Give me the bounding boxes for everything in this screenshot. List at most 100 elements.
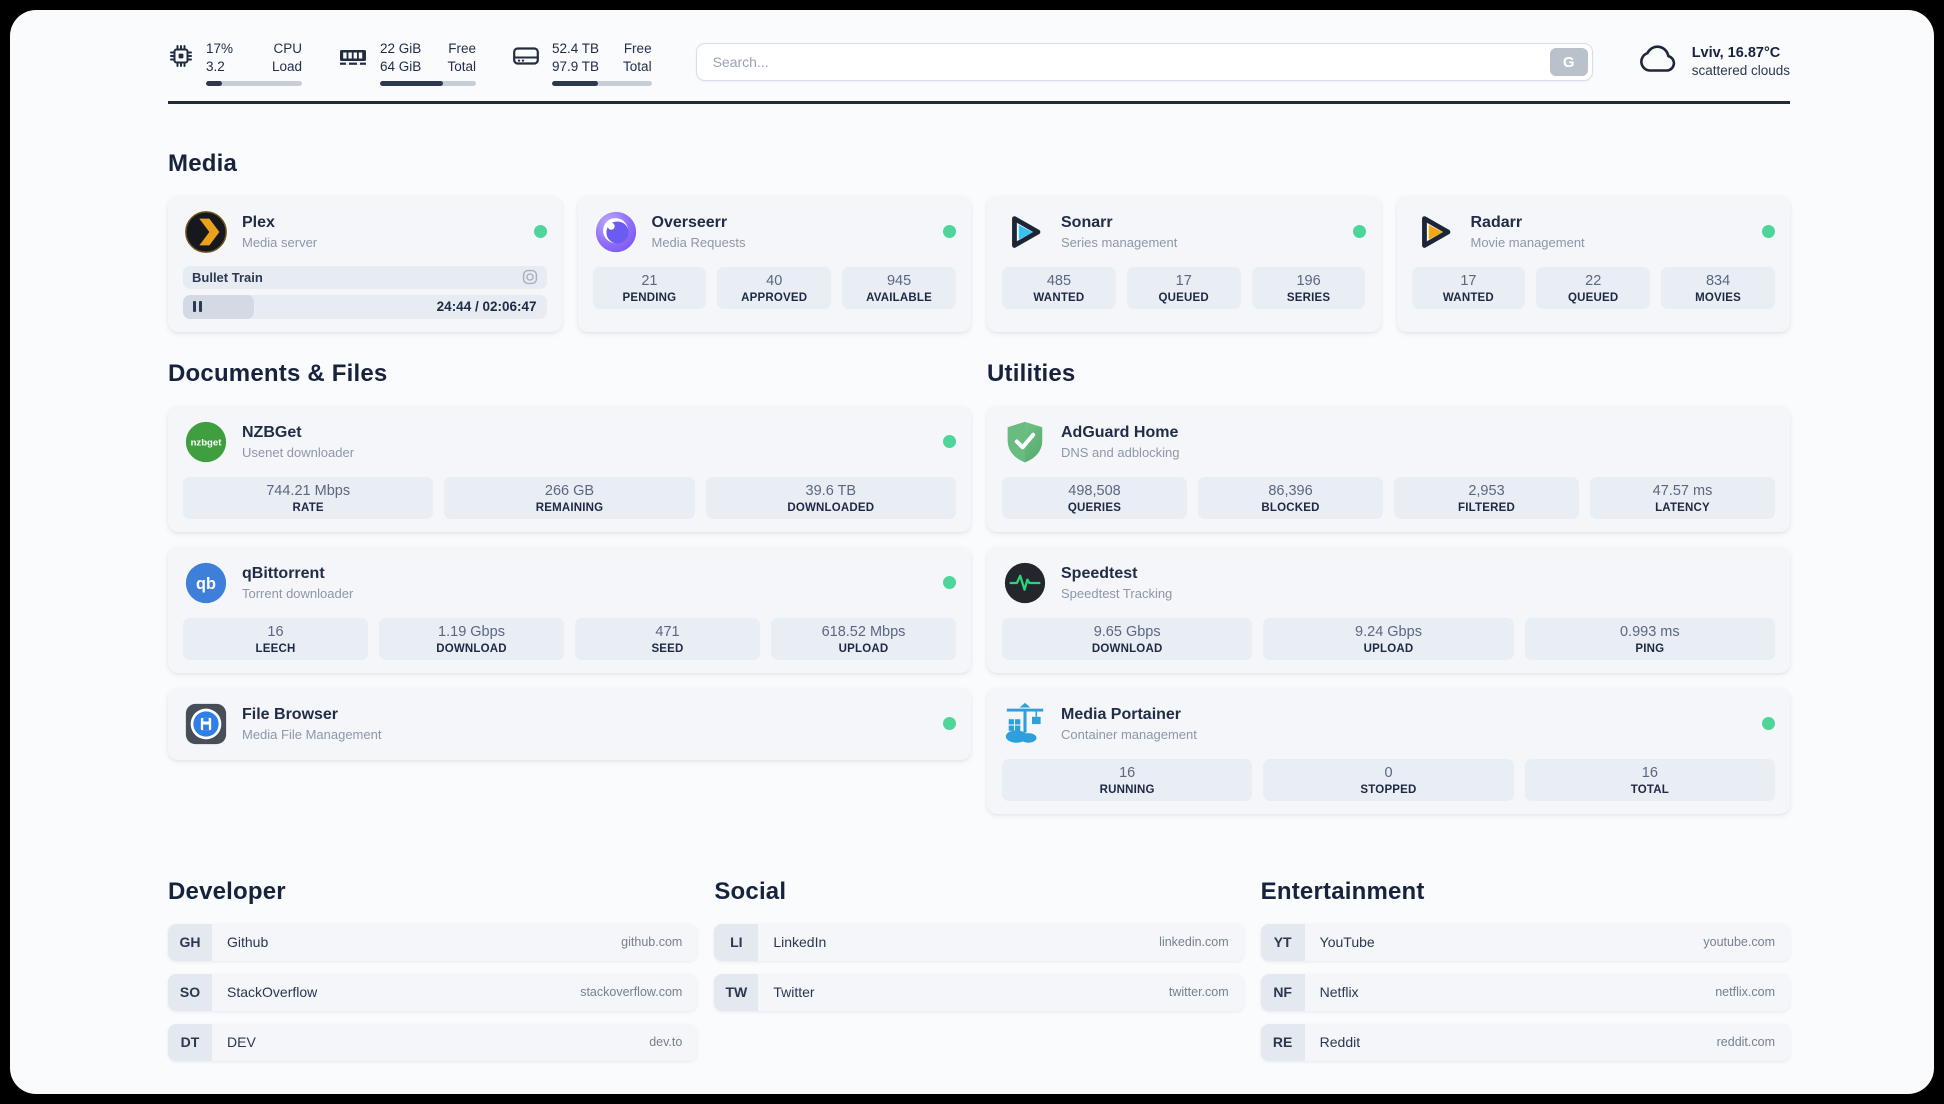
- service-card-qbittorrent[interactable]: qb qBittorrent Torrent downloader 16 LEEC…: [168, 546, 971, 673]
- bookmark-abbr: DT: [168, 1023, 212, 1061]
- now-playing-pill: Bullet Train: [183, 265, 547, 289]
- bookmark-abbr: NF: [1260, 973, 1305, 1011]
- search-provider-button[interactable]: G: [1549, 48, 1588, 76]
- cpu-labels: CPU Load: [271, 41, 302, 74]
- service-card-filebrowser[interactable]: File Browser Media File Management: [168, 687, 971, 760]
- status-dot: [943, 717, 956, 731]
- service-subtitle: Speedtest Tracking: [1061, 585, 1173, 601]
- radarr-icon: [1412, 209, 1458, 255]
- stat-leech: 16 LEECH: [183, 617, 368, 660]
- bookmark-url: github.com: [621, 935, 683, 950]
- service-name: Media Portainer: [1061, 705, 1182, 723]
- service-card-overseerr[interactable]: Overseerr Media Requests 21 PENDING 40 APP…: [577, 195, 971, 332]
- playback-progress-bar: 24:44 / 02:06:47: [183, 294, 547, 319]
- bookmark-label: Netflix: [1319, 984, 1359, 1001]
- search-bar: G: [695, 43, 1593, 81]
- service-card-radarr[interactable]: Radarr Movie management 17 WANTED 22 QUEUE…: [1396, 195, 1790, 332]
- stat-upload: 618.52 Mbps UPLOAD: [771, 617, 956, 660]
- cpu-widget: 17% 3.2 CPU Load: [168, 40, 302, 86]
- bookmark-linkedin[interactable]: LI LinkedIn linkedin.com: [714, 923, 1244, 961]
- service-name: Radarr: [1470, 213, 1523, 231]
- service-card-portainer[interactable]: Media Portainer Container management 16 R…: [987, 687, 1790, 814]
- bookmark-label: Reddit: [1319, 1034, 1361, 1051]
- stat-blocked: 86,396 BLOCKED: [1198, 476, 1383, 519]
- stat-remaining: 266 GB REMAINING: [444, 476, 695, 519]
- service-card-adguard[interactable]: AdGuard Home DNS and adblocking 498,508 Q…: [987, 405, 1790, 532]
- bookmark-abbr: SO: [168, 973, 212, 1011]
- service-name: Sonarr: [1061, 213, 1113, 231]
- bookmark-github[interactable]: GH Github github.com: [168, 923, 698, 961]
- service-subtitle: Media Requests: [651, 234, 746, 250]
- bookmark-label: DEV: [227, 1034, 256, 1051]
- service-card-nzbget[interactable]: nzbget NZBGet Usenet downloader 744.21 M…: [168, 405, 971, 532]
- media-grid: Plex Media server Bullet Train 24:44 / 0…: [168, 195, 1790, 332]
- service-name: Speedtest: [1061, 564, 1138, 582]
- stat-download: 1.19 Gbps DOWNLOAD: [379, 617, 564, 660]
- now-playing-title: Bullet Train: [192, 269, 263, 285]
- bookmark-reddit[interactable]: RE Reddit reddit.com: [1260, 1023, 1790, 1061]
- service-name: File Browser: [242, 705, 339, 723]
- qbittorrent-icon: qb: [183, 560, 229, 606]
- nzbget-icon: nzbget: [183, 419, 229, 465]
- section-title-social: Social: [714, 877, 787, 905]
- status-dot: [943, 576, 956, 590]
- section-title-utilities: Utilities: [987, 359, 1076, 387]
- bookmark-group-entertainment: Entertainment YT YouTube youtube.com NF …: [1260, 814, 1790, 1074]
- stat-seed: 471 SEED: [575, 617, 760, 660]
- stat-rate: 744.21 Mbps RATE: [183, 476, 434, 519]
- stat-stopped: 0 STOPPED: [1263, 758, 1514, 801]
- cpu-icon: [168, 43, 194, 86]
- disk-progress-bar: [552, 80, 652, 86]
- bookmark-netflix[interactable]: NF Netflix netflix.com: [1260, 973, 1790, 1011]
- service-name: NZBGet: [242, 423, 302, 441]
- stat-series: 196 SERIES: [1251, 266, 1366, 309]
- stat-upload: 9.24 Gbps UPLOAD: [1263, 617, 1514, 660]
- bookmark-url: dev.to: [649, 1035, 683, 1050]
- svg-text:nzbget: nzbget: [191, 437, 223, 448]
- cpu-progress-bar: [206, 80, 302, 86]
- service-subtitle: Media server: [242, 234, 318, 250]
- bookmark-url: stackoverflow.com: [580, 985, 683, 1000]
- status-dot: [1352, 225, 1366, 239]
- bookmark-url: reddit.com: [1716, 1035, 1775, 1050]
- playback-time: 24:44 / 02:06:47: [436, 299, 537, 315]
- now-playing-media-icon: [522, 269, 538, 285]
- sonarr-icon: [1002, 209, 1048, 255]
- portainer-icon: [1002, 701, 1048, 747]
- service-subtitle: Torrent downloader: [242, 585, 354, 601]
- section-title-developer: Developer: [168, 877, 286, 905]
- service-name: Plex: [242, 213, 275, 231]
- bookmark-url: linkedin.com: [1159, 935, 1229, 950]
- bookmark-abbr: RE: [1260, 1023, 1305, 1061]
- status-dot: [943, 435, 956, 449]
- memory-icon: [338, 43, 368, 86]
- dashboard-page: 17% 3.2 CPU Load 22 GiB 64 GiB Free Tota…: [10, 10, 1934, 1094]
- status-dot: [943, 225, 956, 239]
- memory-widget: 22 GiB 64 GiB Free Total: [338, 40, 476, 86]
- service-card-plex[interactable]: Plex Media server Bullet Train 24:44 / 0…: [168, 195, 562, 332]
- service-subtitle: Usenet downloader: [242, 444, 355, 460]
- stat-approved: 40 APPROVED: [717, 266, 832, 309]
- service-card-sonarr[interactable]: Sonarr Series management 485 WANTED 17 QUE…: [987, 195, 1381, 332]
- bookmark-youtube[interactable]: YT YouTube youtube.com: [1260, 923, 1790, 961]
- service-card-speedtest[interactable]: Speedtest Speedtest Tracking 9.65 Gbps DO…: [987, 546, 1790, 673]
- memory-labels: Free Total: [447, 41, 476, 74]
- pause-button[interactable]: [193, 301, 202, 313]
- stat-running: 16 RUNNING: [1002, 758, 1253, 801]
- weather-widget: Lviv, 16.87°C scattered clouds: [1637, 42, 1790, 81]
- stat-download: 9.65 Gbps DOWNLOAD: [1002, 617, 1253, 660]
- bookmark-url: netflix.com: [1715, 985, 1775, 1000]
- search-input[interactable]: [695, 43, 1593, 81]
- bookmark-url: youtube.com: [1703, 935, 1775, 950]
- section-title-media: Media: [168, 149, 238, 177]
- cpu-values: 17% 3.2: [206, 41, 234, 74]
- system-stats: 17% 3.2 CPU Load 22 GiB 64 GiB Free Tota…: [168, 40, 652, 86]
- bookmark-stackoverflow[interactable]: SO StackOverflow stackoverflow.com: [168, 973, 698, 1011]
- overseerr-icon: [593, 209, 639, 255]
- section-title-entertainment: Entertainment: [1260, 877, 1425, 905]
- bookmark-dev[interactable]: DT DEV dev.to: [168, 1023, 698, 1061]
- stat-pending: 21 PENDING: [592, 266, 707, 309]
- bookmark-twitter[interactable]: TW Twitter twitter.com: [714, 973, 1244, 1011]
- stat-latency: 47.57 ms LATENCY: [1590, 476, 1775, 519]
- bookmark-label: Twitter: [773, 984, 815, 1001]
